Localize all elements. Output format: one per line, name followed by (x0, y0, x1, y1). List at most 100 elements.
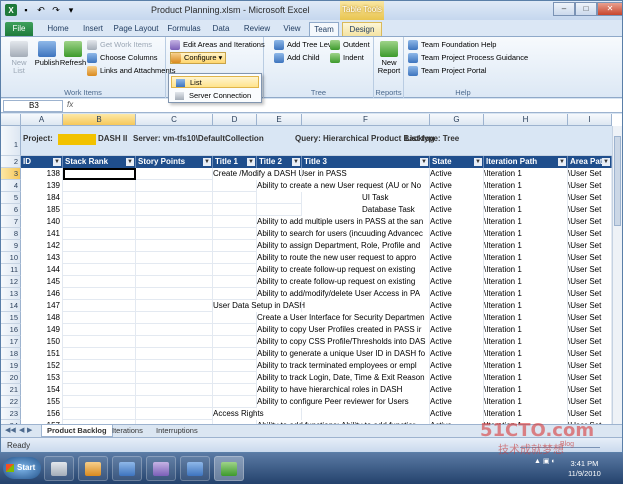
sheet-nav-prev-icon[interactable]: ◀ (19, 426, 24, 434)
filter-dropdown-icon[interactable]: ▼ (292, 158, 300, 166)
save-icon[interactable]: ▪ (20, 4, 32, 16)
cell-empty[interactable] (63, 324, 136, 336)
cell-empty[interactable] (136, 336, 213, 348)
cell-t2[interactable]: Create a User Interface for Security Dep… (257, 312, 430, 324)
row-header-20[interactable]: 20 (1, 372, 21, 384)
row-header-12[interactable]: 12 (1, 276, 21, 288)
cell-iter[interactable]: \Iteration 1 (484, 408, 568, 420)
cell-empty[interactable] (136, 180, 213, 192)
cell-t2[interactable]: Ability to copy CSS Profile/Thresholds i… (257, 336, 430, 348)
cell-state[interactable]: Active (430, 336, 484, 348)
row-header-14[interactable]: 14 (1, 300, 21, 312)
cell-state[interactable]: Active (430, 264, 484, 276)
cell-id[interactable]: 152 (21, 360, 63, 372)
cell-t1[interactable] (213, 384, 257, 396)
cell-id[interactable]: 144 (21, 264, 63, 276)
taskbar-visual-studio[interactable] (146, 456, 176, 481)
cell-empty[interactable] (136, 300, 213, 312)
cell-area[interactable]: \User Set (568, 336, 612, 348)
cell-state[interactable]: Active (430, 384, 484, 396)
table-header-iteration-path[interactable]: Iteration Path ▼ (484, 156, 568, 168)
cell-id[interactable]: 139 (21, 180, 63, 192)
row-header-10[interactable]: 10 (1, 252, 21, 264)
cell-empty[interactable] (136, 360, 213, 372)
cell-iter[interactable]: \Iteration 1 (484, 168, 568, 180)
cell-empty[interactable] (63, 396, 136, 408)
new-report-button[interactable]: New Report (375, 41, 403, 75)
cell-t2[interactable] (257, 300, 302, 312)
cell-area[interactable]: \User Set (568, 312, 612, 324)
cell-empty[interactable] (63, 204, 136, 216)
cell-empty[interactable] (63, 384, 136, 396)
cell-t3[interactable]: Database Task (302, 204, 430, 216)
tab-file[interactable]: File (5, 22, 33, 36)
cell-empty[interactable] (63, 336, 136, 348)
system-tray-icons[interactable]: ▲ ▣ ◐ (534, 457, 556, 465)
cell-empty[interactable] (63, 408, 136, 420)
row-header-8[interactable]: 8 (1, 228, 21, 240)
cell-state[interactable]: Active (430, 288, 484, 300)
table-header-stack-rank[interactable]: Stack Rank ▼ (63, 156, 136, 168)
cell-empty[interactable] (63, 300, 136, 312)
cell-t2[interactable] (257, 204, 302, 216)
cell-state[interactable]: Active (430, 228, 484, 240)
cell-area[interactable]: \User Set (568, 216, 612, 228)
cell-iter[interactable]: \Iteration 1 (484, 348, 568, 360)
cell-id[interactable]: 145 (21, 276, 63, 288)
filter-dropdown-icon[interactable]: ▼ (203, 158, 211, 166)
cell-iter[interactable]: \Iteration 1 (484, 192, 568, 204)
cell-t1[interactable] (213, 180, 257, 192)
row-header-22[interactable]: 22 (1, 396, 21, 408)
cell-area[interactable]: \User Set (568, 384, 612, 396)
cell-empty[interactable] (136, 324, 213, 336)
cell-iter[interactable]: \Iteration 1 (484, 216, 568, 228)
cell-t2[interactable]: Ability to assign Department, Role, Prof… (257, 240, 430, 252)
cell-empty[interactable] (136, 408, 213, 420)
minimize-button[interactable]: – (553, 2, 575, 16)
cell-empty[interactable] (63, 360, 136, 372)
cell-state[interactable]: Active (430, 180, 484, 192)
cell-empty[interactable] (136, 312, 213, 324)
scrollbar-thumb[interactable] (614, 136, 621, 226)
cell-empty[interactable] (63, 288, 136, 300)
cell-state[interactable]: Active (430, 168, 484, 180)
cell-iter[interactable]: \Iteration 1 (484, 396, 568, 408)
cell-state[interactable]: Active (430, 372, 484, 384)
cell-id[interactable]: 140 (21, 216, 63, 228)
get-work-items-button[interactable]: Get Work Items (87, 39, 152, 51)
outdent-button[interactable]: Outdent (330, 39, 370, 51)
cell-empty[interactable] (136, 204, 213, 216)
cell-empty[interactable] (63, 228, 136, 240)
taskbar-explorer[interactable] (78, 456, 108, 481)
cell-state[interactable]: Active (430, 204, 484, 216)
choose-columns-button[interactable]: Choose Columns (87, 52, 158, 64)
cell-t1[interactable] (213, 192, 257, 204)
cell-iter[interactable]: \Iteration 1 (484, 384, 568, 396)
cell-t2[interactable]: Ability to route the new user request to… (257, 252, 430, 264)
cell-t2[interactable]: Ability to add functions; Ability to add… (257, 420, 430, 424)
cell-state[interactable]: Active (430, 252, 484, 264)
cell-id[interactable]: 149 (21, 324, 63, 336)
cell-t2[interactable]: Ability to create follow-up request on e… (257, 276, 430, 288)
cell-id[interactable]: 153 (21, 372, 63, 384)
row-header-2[interactable]: 2 (1, 156, 21, 168)
cell-state[interactable]: Active (430, 300, 484, 312)
cell-empty[interactable] (136, 168, 213, 180)
cell-iter[interactable]: \Iteration 1 (484, 324, 568, 336)
cell-iter[interactable]: \Iteration 1 (484, 300, 568, 312)
filter-dropdown-icon[interactable]: ▼ (126, 158, 134, 166)
cell-iter[interactable]: \Iteration 1 (484, 240, 568, 252)
cell-iter[interactable]: \Iteration 1 (484, 228, 568, 240)
row-header-5[interactable]: 5 (1, 192, 21, 204)
cell-empty[interactable] (136, 384, 213, 396)
refresh-button[interactable]: Refresh (59, 41, 87, 67)
cell-area[interactable]: \User Set (568, 252, 612, 264)
column-header-i[interactable]: I (568, 114, 612, 126)
cell-t1[interactable] (213, 312, 257, 324)
cell-empty[interactable] (63, 252, 136, 264)
cell-iter[interactable]: \Iteration 1 (484, 372, 568, 384)
clock[interactable]: 3:41 PM 11/9/2010 (568, 459, 601, 479)
cell-empty[interactable] (136, 252, 213, 264)
cell-t2[interactable]: Ability to have hierarchical roles in DA… (257, 384, 430, 396)
cell-empty[interactable] (63, 180, 136, 192)
